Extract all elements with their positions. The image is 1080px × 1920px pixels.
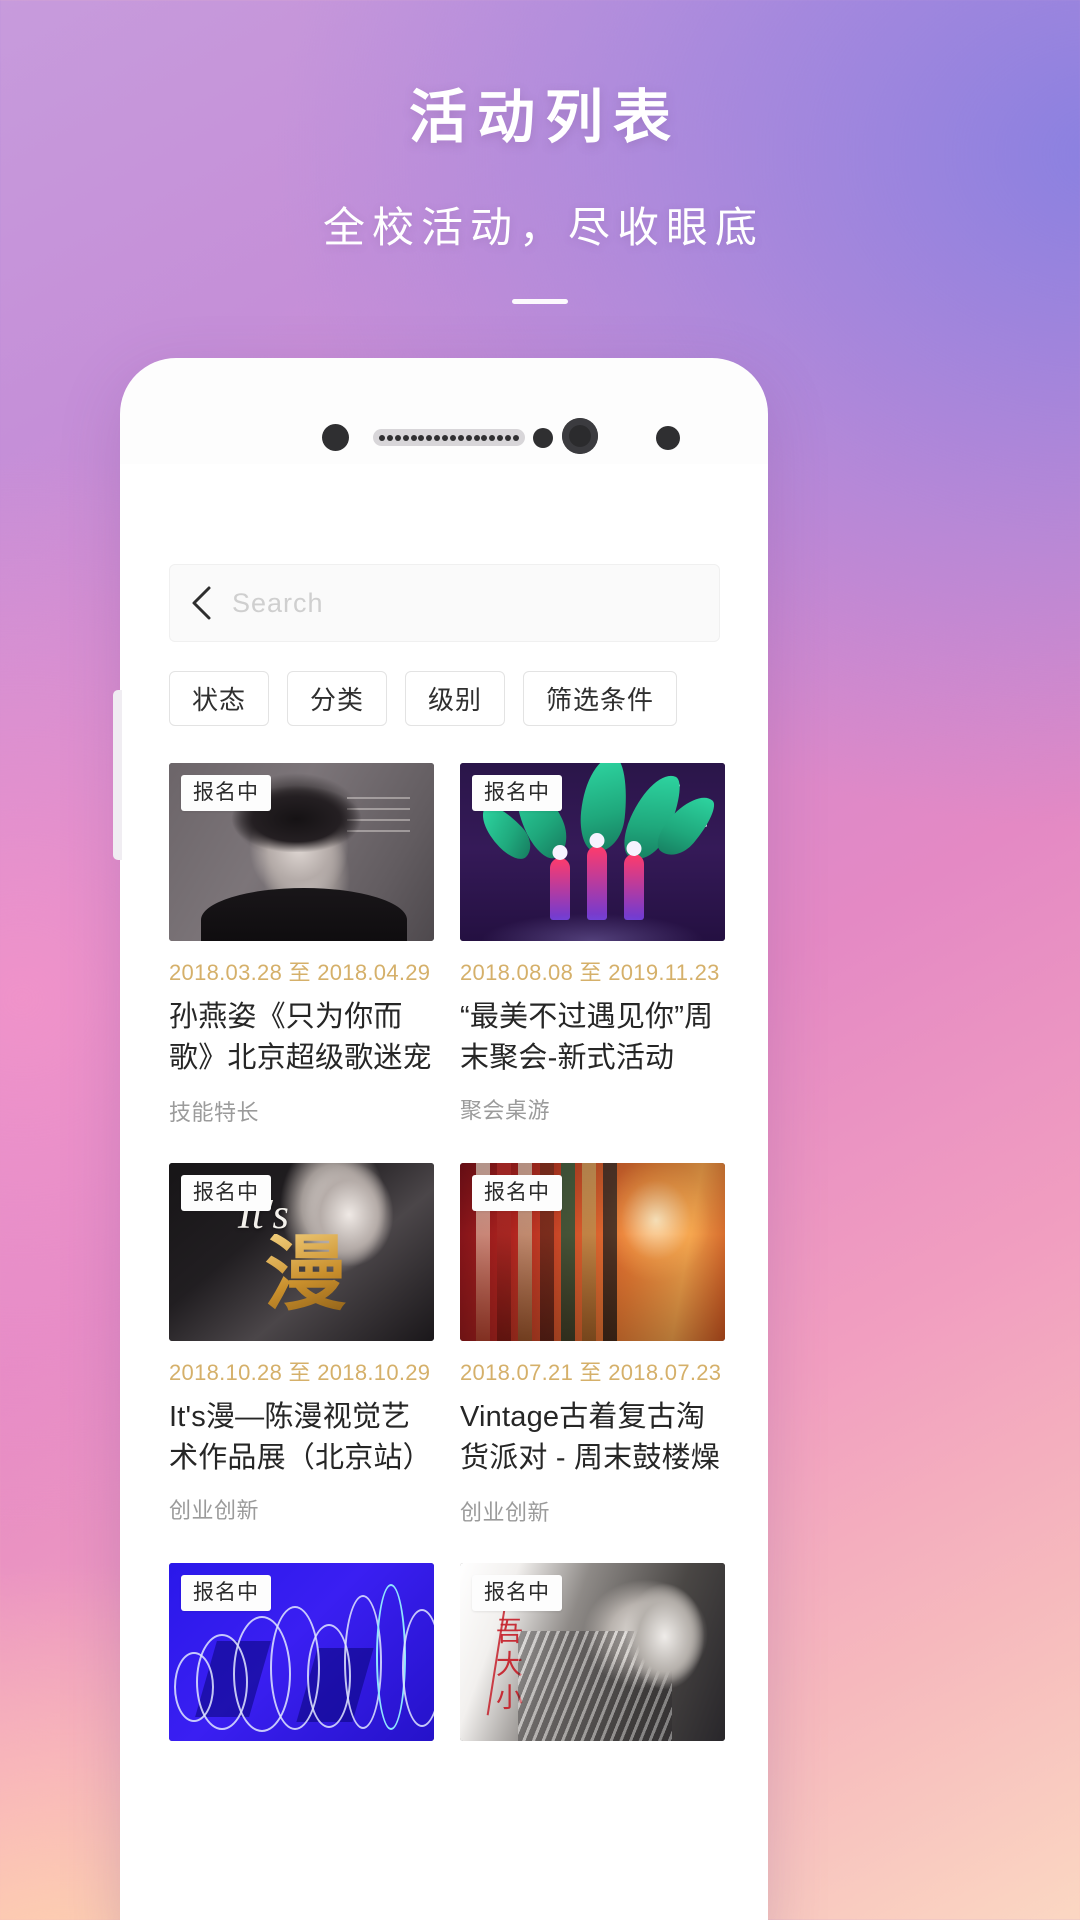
activity-card[interactable]: 报名中 2018.03.28 至 2018.04.29 孙燕姿《只为你而歌》北京… <box>169 763 434 1127</box>
activity-thumbnail[interactable]: 报名中 <box>460 1163 725 1341</box>
secondary-sensor-icon <box>656 426 680 450</box>
activity-thumbnail[interactable]: It's 漫 报名中 <box>169 1163 434 1341</box>
search-input[interactable] <box>232 587 719 619</box>
phone-mockup: 状态 分类 级别 筛选条件 报名中 2018.03.28 至 2018.04.2… <box>120 358 768 1920</box>
hero-divider <box>512 298 568 304</box>
status-badge: 报名中 <box>181 1175 271 1212</box>
activity-category: 聚会桌游 <box>460 1098 551 1124</box>
filter-chip-category[interactable]: 分类 <box>287 671 388 726</box>
activity-category: 技能特长 <box>169 1100 260 1125</box>
activity-thumbnail[interactable]: 报名中 <box>169 1563 434 1741</box>
filter-chip-level[interactable]: 级别 <box>405 671 506 726</box>
status-badge: 报名中 <box>472 1575 562 1612</box>
chevron-left-icon[interactable] <box>170 564 232 642</box>
page-subtitle: 全校活动，尽收眼底 <box>322 203 764 251</box>
status-badge: 报名中 <box>472 1175 562 1212</box>
activity-thumbnail[interactable]: 研吾大小 报名中 <box>460 1563 725 1741</box>
activity-title: “最美不过遇见你”周末聚会-新式活动 <box>460 1001 714 1075</box>
activity-date-range: 2018.10.28 至 2018.10.29 <box>169 1360 431 1385</box>
proximity-sensor-icon <box>322 424 349 451</box>
activity-thumbnail[interactable]: 报名中 <box>460 763 725 941</box>
activity-title: Vintage古着复古淘货派对 - 周末鼓楼燥起来 <box>460 1401 720 1475</box>
activity-title: It's漫—陈漫视觉艺术作品展（北京站） <box>169 1401 432 1475</box>
activity-title: 孙燕姿《只为你而歌》北京超级歌迷宠见会五月... <box>169 1001 432 1075</box>
page-title: 活动列表 <box>408 85 681 150</box>
activity-thumbnail[interactable]: 报名中 <box>169 763 434 941</box>
activity-card[interactable]: It's 漫 报名中 2018.10.28 至 2018.10.29 It's漫… <box>169 1163 434 1527</box>
artwork-man-text: 漫 <box>264 1229 347 1321</box>
activity-category: 创业创新 <box>460 1500 551 1525</box>
activity-card[interactable]: 研吾大小 报名中 <box>460 1563 725 1741</box>
front-camera-icon <box>562 418 598 454</box>
activity-date-range: 2018.08.08 至 2019.11.23 <box>460 960 720 985</box>
phone-side-button <box>113 690 122 860</box>
activity-card[interactable]: 报名中 2018.08.08 至 2019.11.23 “最美不过遇见你”周末聚… <box>460 763 725 1127</box>
status-badge: 报名中 <box>181 775 271 812</box>
status-badge: 报名中 <box>181 1575 271 1612</box>
light-sensor-icon <box>533 428 553 448</box>
activity-card[interactable]: 报名中 <box>169 1563 434 1741</box>
app-screen: 状态 分类 级别 筛选条件 报名中 2018.03.28 至 2018.04.2… <box>120 464 768 1920</box>
activity-date-range: 2018.07.21 至 2018.07.23 <box>460 1360 722 1385</box>
activity-category: 创业创新 <box>169 1498 260 1524</box>
phone-top-bezel <box>120 358 768 464</box>
activity-date-range: 2018.03.28 至 2018.04.29 <box>169 960 431 985</box>
filter-chip-status[interactable]: 状态 <box>169 671 270 726</box>
filter-chip-conditions[interactable]: 筛选条件 <box>523 671 678 726</box>
activity-grid: 报名中 2018.03.28 至 2018.04.29 孙燕姿《只为你而歌》北京… <box>169 763 725 1741</box>
search-bar[interactable] <box>169 564 720 642</box>
activity-card[interactable]: 报名中 2018.07.21 至 2018.07.23 Vintage古着复古淘… <box>460 1163 725 1527</box>
earpiece-speaker-icon <box>373 429 525 446</box>
hero-header: 活动列表 全校活动，尽收眼底 <box>0 0 1080 304</box>
status-badge: 报名中 <box>472 775 562 812</box>
filter-chip-row: 状态 分类 级别 筛选条件 <box>169 671 729 726</box>
